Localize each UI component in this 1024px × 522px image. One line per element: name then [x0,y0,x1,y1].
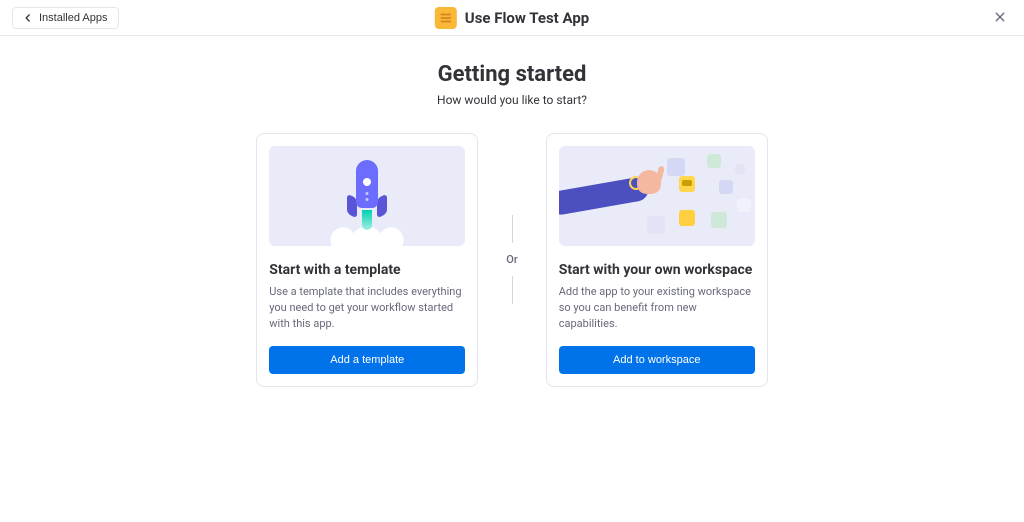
app-title-wrap: Use Flow Test App [435,7,589,29]
template-card-title: Start with a template [269,262,465,278]
separator-line-bottom [512,276,513,304]
template-card: Start with a template Use a template tha… [256,133,478,387]
workspace-illustration [559,146,755,246]
back-button-label: Installed Apps [39,12,108,24]
workspace-card-title: Start with your own workspace [559,262,755,278]
back-to-installed-apps-button[interactable]: Installed Apps [12,7,119,29]
close-icon [994,8,1006,27]
app-title: Use Flow Test App [465,9,589,27]
main-content: Getting started How would you like to st… [0,36,1024,387]
page-subheading: How would you like to start? [0,93,1024,107]
separator-label: Or [506,253,517,266]
workspace-card: Start with your own workspace Add the ap… [546,133,768,387]
separator-line-top [512,215,513,243]
template-illustration [269,146,465,246]
or-separator: Or [506,133,517,387]
add-to-workspace-button[interactable]: Add to workspace [559,346,755,374]
app-icon [435,7,457,29]
add-template-button[interactable]: Add a template [269,346,465,374]
template-card-desc: Use a template that includes everything … [269,284,465,332]
workspace-card-desc: Add the app to your existing workspace s… [559,284,755,332]
arrow-left-icon [23,13,33,23]
close-button[interactable] [988,6,1012,30]
cards-row: Start with a template Use a template tha… [0,133,1024,387]
topbar: Installed Apps Use Flow Test App [0,0,1024,36]
page-heading: Getting started [0,62,1024,87]
